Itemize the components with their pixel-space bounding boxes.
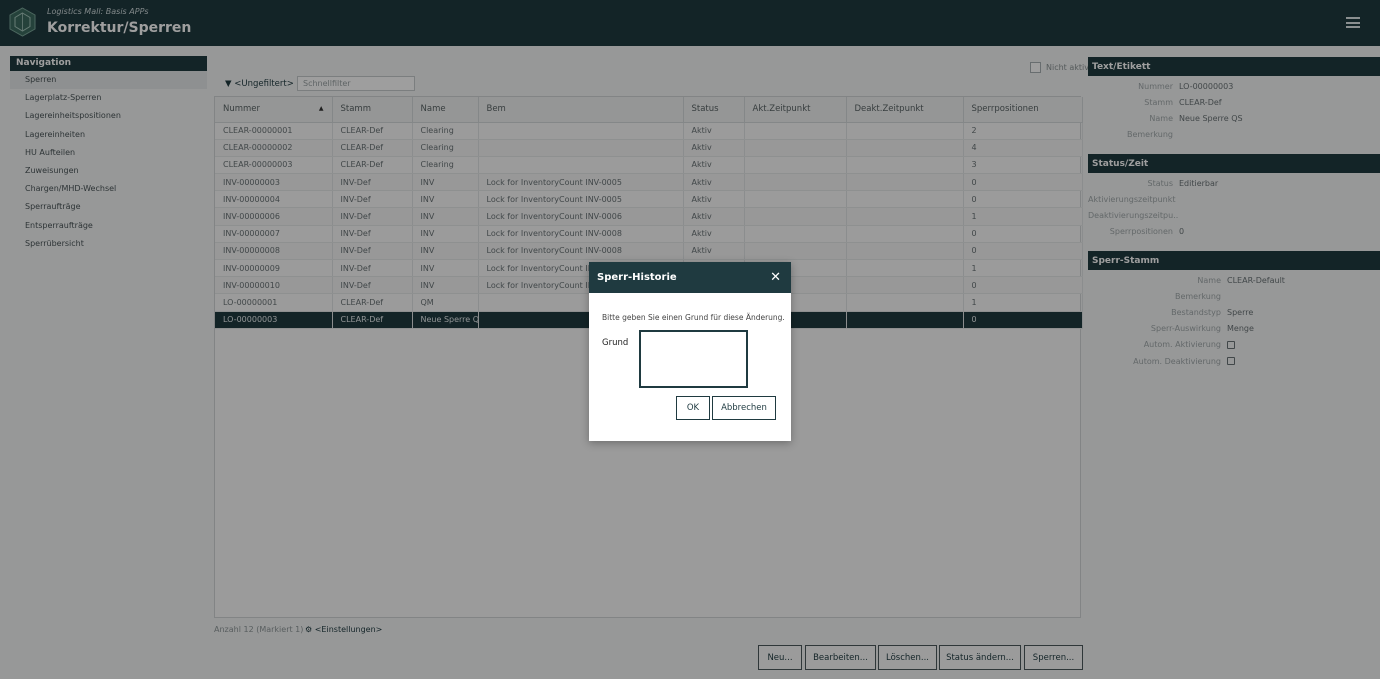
dialog-title: Sperr-Historie <box>597 272 677 283</box>
reason-label: Grund <box>602 338 629 348</box>
lock-history-dialog: Sperr-Historie ✕ Bitte geben Sie einen G… <box>589 262 791 441</box>
cancel-button[interactable]: Abbrechen <box>712 396 776 420</box>
ok-button[interactable]: OK <box>676 396 710 420</box>
dialog-header: Sperr-Historie ✕ <box>589 262 791 293</box>
reason-textarea[interactable] <box>639 330 748 388</box>
close-icon[interactable]: ✕ <box>770 271 781 284</box>
dialog-message: Bitte geben Sie einen Grund für diese Än… <box>602 313 785 322</box>
